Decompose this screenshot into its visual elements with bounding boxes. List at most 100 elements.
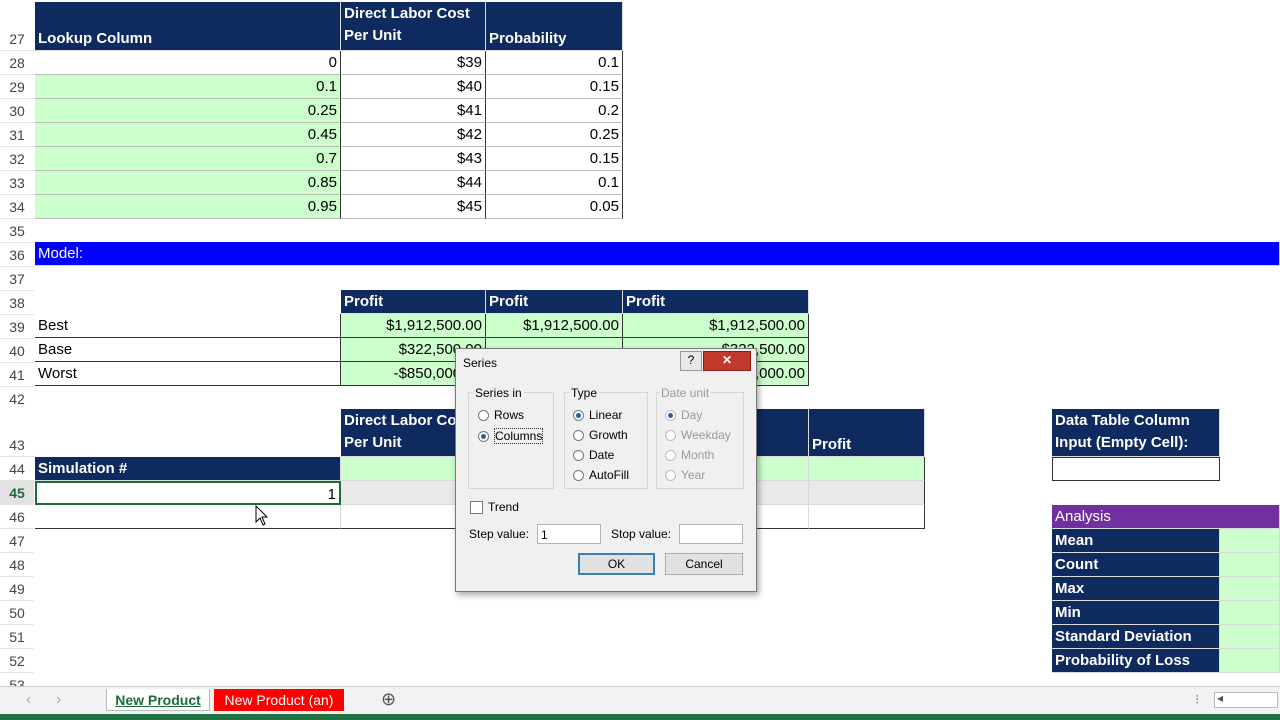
sim-cell-46-profit[interactable] bbox=[809, 505, 925, 529]
scroll-left-arrow-icon[interactable]: ◂ bbox=[1217, 691, 1223, 705]
row-header-41[interactable]: 41 bbox=[0, 363, 34, 387]
tabbar-options-icon[interactable]: ⁝ bbox=[1195, 691, 1199, 708]
analysis-value-cell[interactable] bbox=[1220, 577, 1280, 601]
trend-checkbox[interactable]: Trend bbox=[470, 500, 519, 514]
tab-new-product-an[interactable]: New Product (an) bbox=[214, 689, 344, 711]
help-button[interactable]: ? bbox=[680, 351, 702, 371]
row-header-36[interactable]: 36 bbox=[0, 243, 34, 267]
row-header-44[interactable]: 44 bbox=[0, 457, 34, 481]
row-header-39[interactable]: 39 bbox=[0, 315, 34, 339]
analysis-label[interactable]: Count bbox=[1052, 553, 1220, 577]
row-header-27[interactable]: 27 bbox=[0, 2, 34, 51]
radio-day[interactable]: Day bbox=[665, 408, 702, 422]
scenario-label[interactable]: Best bbox=[35, 314, 341, 338]
probability-cell[interactable]: 0.2 bbox=[486, 99, 623, 123]
tab-scroll-left-icon[interactable]: ‹ bbox=[26, 691, 31, 709]
probability-cell[interactable]: 0.1 bbox=[486, 171, 623, 195]
analysis-label[interactable]: Max bbox=[1052, 577, 1220, 601]
active-cell-a45[interactable]: 1 bbox=[35, 481, 341, 505]
radio-weekday[interactable]: Weekday bbox=[665, 428, 731, 442]
probability-cell[interactable]: 0.15 bbox=[486, 147, 623, 171]
row-header-46[interactable]: 46 bbox=[0, 505, 34, 529]
lookup-value-cell[interactable]: 0.7 bbox=[35, 147, 341, 171]
row-header-50[interactable]: 50 bbox=[0, 601, 34, 625]
row-header-30[interactable]: 30 bbox=[0, 99, 34, 123]
labor-cost-cell[interactable]: $43 bbox=[341, 147, 486, 171]
radio-linear[interactable]: Linear bbox=[573, 408, 622, 422]
row-header-32[interactable]: 32 bbox=[0, 147, 34, 171]
row-header-38[interactable]: 38 bbox=[0, 291, 34, 315]
lookup-value-cell[interactable]: 0 bbox=[35, 51, 341, 75]
series-dialog[interactable]: Series ? ✕ Series in Rows Columns Type L… bbox=[455, 348, 757, 592]
row-header-37[interactable]: 37 bbox=[0, 267, 34, 291]
lookup-value-cell[interactable]: 0.1 bbox=[35, 75, 341, 99]
probability-cell[interactable]: 0.05 bbox=[486, 195, 623, 219]
row-header-40[interactable]: 40 bbox=[0, 339, 34, 363]
analysis-value-cell[interactable] bbox=[1220, 649, 1280, 673]
ok-button[interactable]: OK bbox=[578, 553, 655, 575]
step-value-input[interactable]: 1 bbox=[537, 524, 601, 544]
labor-cost-cell[interactable]: $44 bbox=[341, 171, 486, 195]
labor-cost-cell[interactable]: $39 bbox=[341, 51, 486, 75]
sim-cell-45-profit[interactable] bbox=[809, 481, 925, 505]
analysis-label[interactable]: Probability of Loss bbox=[1052, 649, 1220, 673]
row-header-43[interactable]: 43 bbox=[0, 409, 34, 457]
analysis-value-cell[interactable] bbox=[1220, 625, 1280, 649]
row-header-48[interactable]: 48 bbox=[0, 553, 34, 577]
scenario-label[interactable]: Worst bbox=[35, 362, 341, 386]
analysis-label[interactable]: Mean bbox=[1052, 529, 1220, 553]
row-header-35[interactable]: 35 bbox=[0, 219, 34, 243]
labor-cost-header[interactable]: Direct Labor Cost Per Unit bbox=[341, 2, 486, 51]
profit-header-3[interactable]: Profit bbox=[623, 290, 809, 314]
horizontal-scrollbar[interactable]: ◂ bbox=[1214, 691, 1278, 708]
lookup-column-header[interactable]: Lookup Column bbox=[35, 2, 341, 51]
row-header-42[interactable]: 42 bbox=[0, 387, 34, 411]
scenario-label[interactable]: Base bbox=[35, 338, 341, 362]
analysis-value-cell[interactable] bbox=[1220, 553, 1280, 577]
radio-autofill[interactable]: AutoFill bbox=[573, 468, 629, 482]
tab-scroll-right-icon[interactable]: › bbox=[56, 691, 61, 709]
probability-header[interactable]: Probability bbox=[486, 2, 623, 51]
labor-cost-cell[interactable]: $40 bbox=[341, 75, 486, 99]
sim-profit-cell-44[interactable] bbox=[809, 457, 925, 481]
scenario-profit-cell[interactable]: $1,912,500.00 bbox=[486, 314, 623, 338]
simulation-number-header[interactable]: Simulation # bbox=[35, 457, 341, 481]
analysis-label[interactable]: Min bbox=[1052, 601, 1220, 625]
sim-profit-header[interactable]: Profit bbox=[809, 409, 925, 457]
lookup-value-cell[interactable]: 0.95 bbox=[35, 195, 341, 219]
row-header-51[interactable]: 51 bbox=[0, 625, 34, 649]
cancel-button[interactable]: Cancel bbox=[665, 553, 743, 575]
probability-cell[interactable]: 0.1 bbox=[486, 51, 623, 75]
profit-header-2[interactable]: Profit bbox=[486, 290, 623, 314]
analysis-title[interactable]: Analysis bbox=[1052, 505, 1280, 529]
data-table-input-header[interactable]: Data Table Column Input (Empty Cell): bbox=[1052, 409, 1220, 457]
data-table-input-cell[interactable] bbox=[1052, 457, 1220, 481]
stop-value-input[interactable] bbox=[679, 524, 743, 544]
lookup-value-cell[interactable]: 0.45 bbox=[35, 123, 341, 147]
labor-cost-cell[interactable]: $45 bbox=[341, 195, 486, 219]
analysis-value-cell[interactable] bbox=[1220, 601, 1280, 625]
radio-date[interactable]: Date bbox=[573, 448, 614, 462]
analysis-label[interactable]: Standard Deviation bbox=[1052, 625, 1220, 649]
lookup-value-cell[interactable]: 0.25 bbox=[35, 99, 341, 123]
scenario-profit-cell[interactable]: $1,912,500.00 bbox=[341, 314, 486, 338]
lookup-value-cell[interactable]: 0.85 bbox=[35, 171, 341, 195]
labor-cost-cell[interactable]: $41 bbox=[341, 99, 486, 123]
add-sheet-icon[interactable]: ⊕ bbox=[381, 689, 396, 710]
labor-cost-cell[interactable]: $42 bbox=[341, 123, 486, 147]
row-header-49[interactable]: 49 bbox=[0, 577, 34, 601]
sim-cell-46-a[interactable] bbox=[35, 505, 341, 529]
probability-cell[interactable]: 0.25 bbox=[486, 123, 623, 147]
row-header-53[interactable]: 53 bbox=[0, 673, 34, 686]
scenario-profit-cell[interactable]: $1,912,500.00 bbox=[623, 314, 809, 338]
row-header-28[interactable]: 28 bbox=[0, 51, 34, 75]
probability-cell[interactable]: 0.15 bbox=[486, 75, 623, 99]
row-header-52[interactable]: 52 bbox=[0, 649, 34, 673]
analysis-value-cell[interactable] bbox=[1220, 529, 1280, 553]
radio-columns[interactable]: Columns bbox=[478, 428, 544, 444]
close-button[interactable]: ✕ bbox=[703, 351, 751, 371]
radio-month[interactable]: Month bbox=[665, 448, 714, 462]
model-band[interactable]: Model: bbox=[35, 242, 1280, 266]
row-header-34[interactable]: 34 bbox=[0, 195, 34, 219]
row-header-29[interactable]: 29 bbox=[0, 75, 34, 99]
